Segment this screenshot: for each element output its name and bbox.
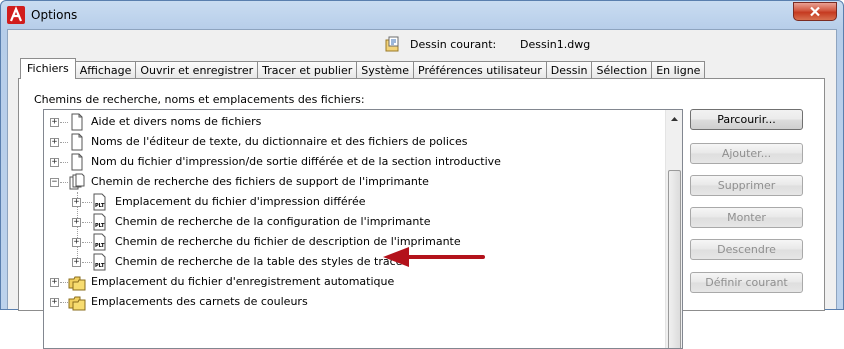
tree-item-color-books-locations[interactable]: + Emplacements des carnets de couleurs bbox=[44, 292, 664, 312]
expand-icon[interactable]: + bbox=[72, 258, 81, 267]
expand-icon[interactable]: + bbox=[72, 198, 81, 207]
tree-item-print-spool-file[interactable]: + Nom du fichier d'impression/de sortie … bbox=[44, 152, 664, 172]
remove-button[interactable]: Supprimer bbox=[690, 175, 803, 196]
move-up-button[interactable]: Monter bbox=[690, 207, 803, 228]
browse-button[interactable]: Parcourir... bbox=[690, 109, 803, 130]
expand-icon[interactable]: + bbox=[72, 238, 81, 247]
drawing-file-icon bbox=[385, 36, 399, 52]
collapse-icon[interactable]: − bbox=[50, 178, 59, 187]
tree-item-label: Nom du fichier d'impression/de sortie di… bbox=[91, 155, 501, 168]
current-drawing-row: Dessin courant: Dessin1.dwg bbox=[8, 36, 836, 54]
tab-systeme[interactable]: Système bbox=[356, 61, 415, 79]
triangle-up-icon bbox=[670, 116, 678, 121]
svg-text:PLT: PLT bbox=[95, 203, 105, 209]
current-drawing-value: Dessin1.dwg bbox=[520, 38, 591, 51]
window-title: Options bbox=[31, 8, 78, 22]
tab-selection[interactable]: Sélection bbox=[591, 61, 653, 79]
tree-item-printer-config-path[interactable]: + PLT Chemin de recherche de la configur… bbox=[44, 212, 664, 232]
tree-item-label: Chemin de recherche de la table des styl… bbox=[115, 255, 403, 268]
expand-icon[interactable]: + bbox=[50, 298, 59, 307]
tree-item-spool-file-location[interactable]: + PLT Emplacement du fichier d'impressio… bbox=[44, 192, 664, 212]
tab-ouvrir-et-enregistrer[interactable]: Ouvrir et enregistrer bbox=[135, 61, 259, 79]
plt-file-icon: PLT bbox=[93, 193, 106, 211]
plt-file-icon: PLT bbox=[93, 253, 106, 271]
search-paths-tree[interactable]: + Aide et divers noms de fichiers + Noms… bbox=[43, 109, 683, 349]
svg-text:PLT: PLT bbox=[95, 263, 105, 269]
document-stack-icon bbox=[69, 173, 85, 190]
expand-icon[interactable]: + bbox=[50, 158, 59, 167]
move-down-button[interactable]: Descendre bbox=[690, 239, 803, 260]
plt-file-icon: PLT bbox=[93, 213, 106, 231]
expand-icon[interactable]: + bbox=[50, 138, 59, 147]
tree-item-label: Aide et divers noms de fichiers bbox=[91, 115, 262, 128]
document-icon bbox=[71, 113, 83, 131]
tree-item-plot-style-table-path[interactable]: + PLT Chemin de recherche de la table de… bbox=[44, 252, 664, 272]
folder-stack-icon bbox=[68, 276, 86, 291]
expand-icon[interactable]: + bbox=[50, 118, 59, 127]
scroll-thumb[interactable] bbox=[668, 170, 681, 348]
expand-icon[interactable]: + bbox=[72, 218, 81, 227]
search-paths-label: Chemins de recherche, noms et emplacemen… bbox=[34, 93, 365, 106]
tab-bar: Fichiers Affichage Ouvrir et enregistrer… bbox=[20, 58, 706, 79]
title-bar[interactable]: Options bbox=[1, 1, 843, 29]
tab-affichage[interactable]: Affichage bbox=[74, 61, 137, 79]
close-icon bbox=[810, 6, 820, 17]
expand-icon[interactable]: + bbox=[50, 278, 59, 287]
scroll-up-arrow[interactable] bbox=[666, 110, 682, 127]
tree-item-printer-description-path[interactable]: + PLT Chemin de recherche du fichier de … bbox=[44, 232, 664, 252]
dialog-client-area: Dessin courant: Dessin1.dwg Fichiers Aff… bbox=[7, 29, 837, 349]
tree-item-label: Noms de l'éditeur de texte, du dictionna… bbox=[91, 135, 468, 148]
svg-text:PLT: PLT bbox=[95, 243, 105, 249]
tree-vertical-scrollbar[interactable] bbox=[665, 110, 682, 348]
tree-item-label: Chemin de recherche de la configuration … bbox=[115, 215, 431, 228]
plt-file-icon: PLT bbox=[93, 233, 106, 251]
tree-item-label: Chemin de recherche des fichiers de supp… bbox=[91, 175, 429, 188]
tree-item-label: Emplacement du fichier d'enregistrement … bbox=[91, 275, 395, 288]
close-button[interactable] bbox=[793, 2, 837, 21]
tree-item-label: Emplacements des carnets de couleurs bbox=[91, 295, 308, 308]
autocad-logo-icon bbox=[7, 6, 25, 24]
tab-fichiers[interactable]: Fichiers bbox=[20, 58, 76, 79]
tree-item-text-editor-dictionary-fonts[interactable]: + Noms de l'éditeur de texte, du diction… bbox=[44, 132, 664, 152]
folder-stack-icon bbox=[68, 296, 86, 311]
tab-preferences-utilisateur[interactable]: Préférences utilisateur bbox=[413, 61, 547, 79]
add-button[interactable]: Ajouter... bbox=[690, 143, 803, 164]
document-icon bbox=[71, 153, 83, 171]
tree-item-label: Emplacement du fichier d'impression diff… bbox=[115, 195, 366, 208]
tab-tracer-et-publier[interactable]: Tracer et publier bbox=[257, 61, 358, 79]
tab-en-ligne[interactable]: En ligne bbox=[651, 61, 706, 79]
tree-item-printer-support-path[interactable]: − Chemin de recherche des fichiers de su… bbox=[44, 172, 664, 192]
annotation-arrow-icon bbox=[383, 247, 485, 267]
tree-item-autosave-location[interactable]: + Emplacement du fichier d'enregistremen… bbox=[44, 272, 664, 292]
document-icon bbox=[71, 133, 83, 151]
set-current-button[interactable]: Définir courant bbox=[690, 272, 803, 293]
current-drawing-label: Dessin courant: bbox=[410, 38, 497, 51]
tree-item-help-files[interactable]: + Aide et divers noms de fichiers bbox=[44, 112, 664, 132]
svg-text:PLT: PLT bbox=[95, 223, 105, 229]
options-window: Options Dessin courant: Dessin1.dwg Fich… bbox=[0, 0, 844, 349]
tab-dessin[interactable]: Dessin bbox=[545, 61, 593, 79]
